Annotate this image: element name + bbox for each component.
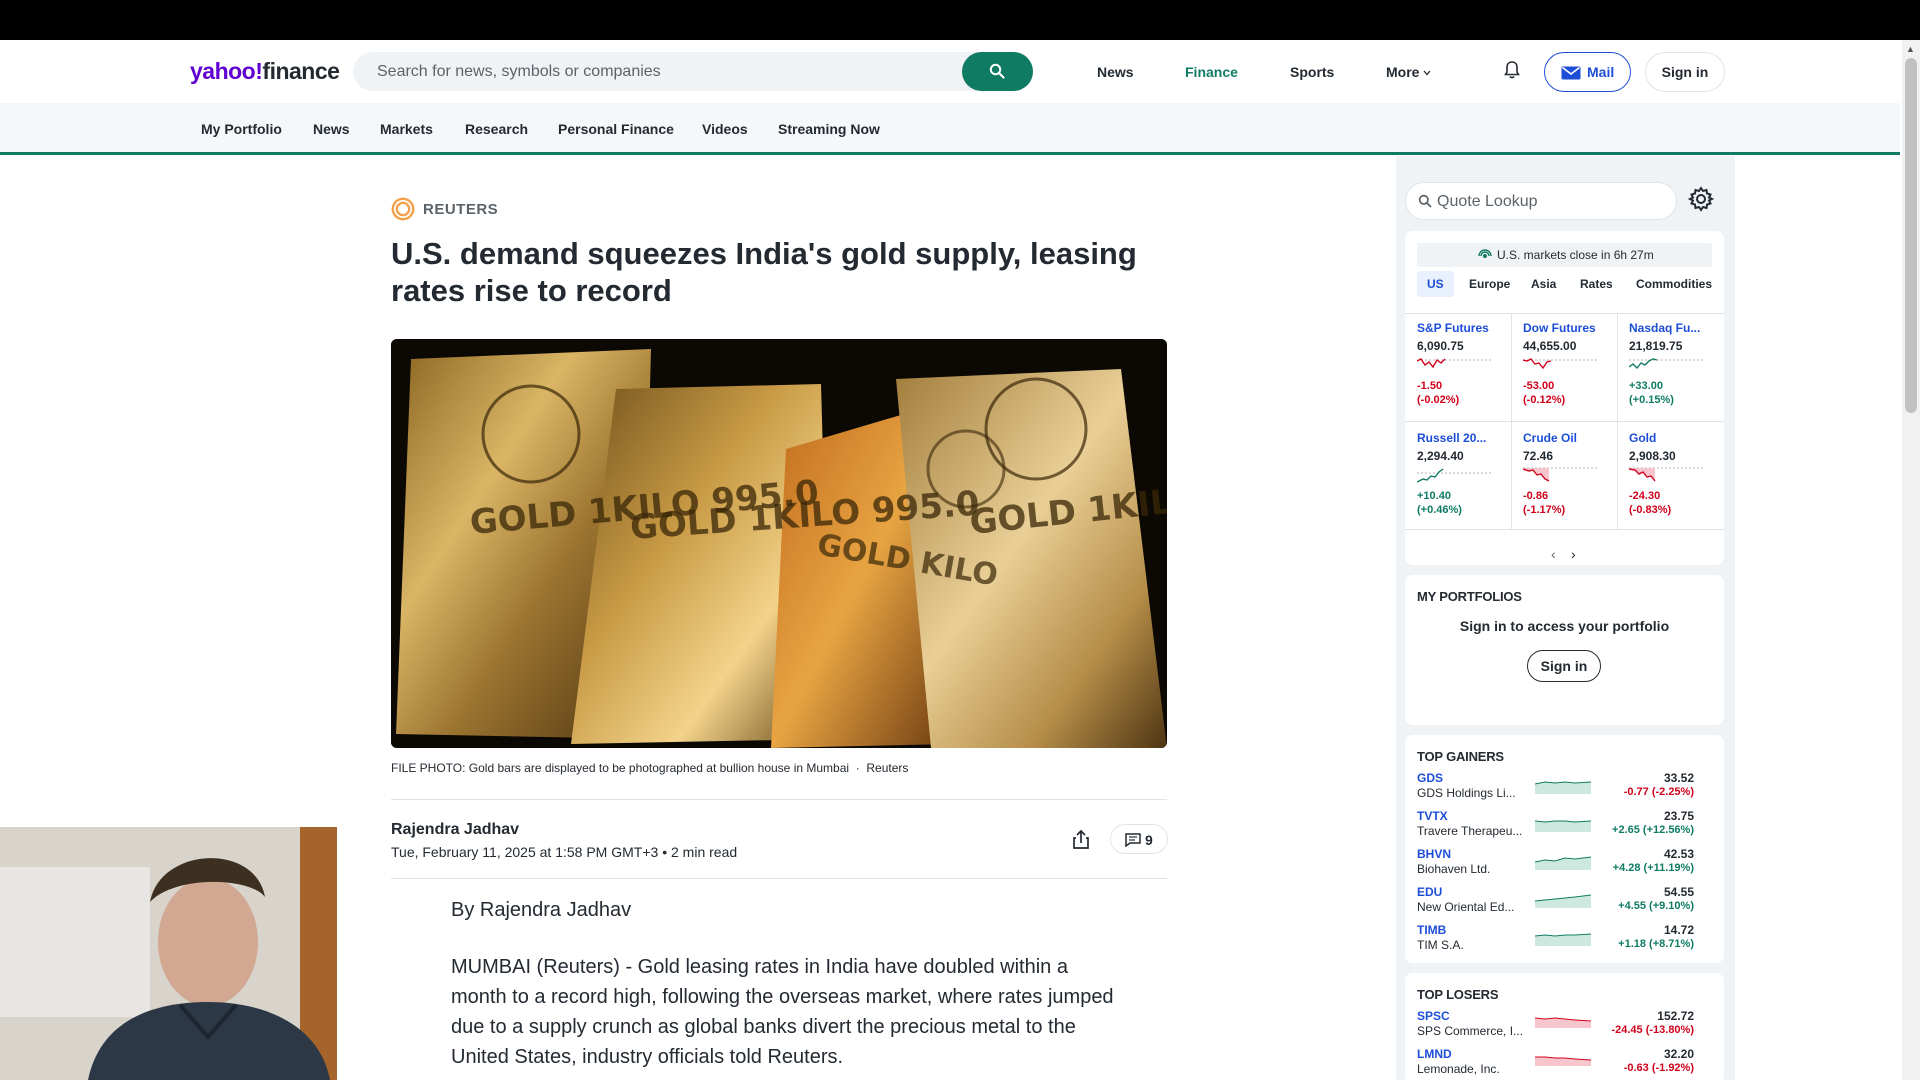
market-status-banner: U.S. markets close in 6h 27m	[1417, 243, 1712, 267]
article-date: Tue, February 11, 2025 at 1:58 PM GMT+3 …	[391, 844, 738, 860]
markets-card: U.S. markets close in 6h 27m US Europe A…	[1405, 231, 1724, 565]
site-header: yahoo!finance Search for news, symbols o…	[0, 40, 1900, 103]
portfolio-sign-in-button[interactable]: Sign in	[1527, 650, 1601, 682]
sparkline	[1417, 468, 1493, 483]
bell-icon	[1504, 61, 1520, 79]
quote-dow-futures[interactable]: Dow Futures 44,655.00 -53.00 (-0.12%)	[1511, 321, 1609, 421]
divider	[391, 799, 1167, 800]
mover-row[interactable]: SPSC SPS Commerce, I... 152.72 -24.45 (-…	[1405, 1009, 1724, 1047]
page-scrollbar[interactable]: ▲	[1902, 40, 1920, 1080]
mail-button[interactable]: Mail	[1544, 52, 1631, 92]
divider	[1405, 313, 1724, 314]
mover-row[interactable]: EDU New Oriental Ed... 54.55 +4.55 (+9.1…	[1405, 885, 1724, 923]
article-headline: U.S. demand squeezes India's gold supply…	[391, 236, 1137, 308]
subnav-personal-finance[interactable]: Personal Finance	[558, 121, 674, 137]
market-status-icon	[1478, 249, 1492, 258]
sign-in-button[interactable]: Sign in	[1645, 52, 1725, 92]
author-name[interactable]: Rajendra Jadhav	[391, 821, 519, 839]
subnav-research[interactable]: Research	[465, 121, 528, 137]
read-time: 2 min read	[671, 844, 738, 860]
quote-crude-oil[interactable]: Crude Oil 72.46 -0.86 (-1.17%)	[1511, 431, 1609, 531]
mover-row[interactable]: GDS GDS Holdings Li... 33.52 -0.77 (-2.2…	[1405, 771, 1724, 809]
subnav-streaming-now[interactable]: Streaming Now	[778, 121, 880, 137]
sparkline	[1523, 467, 1599, 482]
nav-sports[interactable]: Sports	[1290, 64, 1334, 80]
gold-bars-photo: GOLD 1KILO 995.0 GOLD 1KILO 995.0 GOLD K…	[391, 339, 1167, 748]
sparkline	[1629, 467, 1705, 482]
sparkline	[1535, 933, 1591, 946]
tab-rates[interactable]: Rates	[1580, 277, 1613, 291]
sparkline	[1535, 1017, 1591, 1028]
mail-icon	[1561, 66, 1581, 80]
top-losers-title: TOP LOSERS	[1417, 987, 1499, 1002]
subnav-my-portfolio[interactable]: My Portfolio	[201, 121, 282, 137]
nav-finance[interactable]: Finance	[1185, 64, 1238, 80]
quote-russell-2000[interactable]: Russell 20... 2,294.40 +10.40 (+0.46%)	[1405, 431, 1503, 531]
article-hero-image[interactable]: GOLD 1KILO 995.0 GOLD 1KILO 995.0 GOLD K…	[391, 339, 1167, 748]
top-losers-card: TOP LOSERS SPSC SPS Commerce, I... 152.7…	[1405, 973, 1724, 1083]
search-icon	[989, 63, 1005, 79]
reuters-logo-icon	[391, 197, 415, 221]
sparkline	[1535, 820, 1591, 832]
webcam-person-image	[0, 827, 337, 1080]
tab-commodities[interactable]: Commodities	[1636, 277, 1712, 291]
comment-icon	[1125, 833, 1141, 847]
sparkline	[1629, 358, 1705, 370]
quote-sp-futures[interactable]: S&P Futures 6,090.75 -1.50 (-0.02%)	[1405, 321, 1503, 421]
tab-europe[interactable]: Europe	[1469, 277, 1510, 291]
chevron-left-icon[interactable]: ‹	[1551, 546, 1556, 562]
scrollbar-thumb[interactable]	[1905, 58, 1917, 413]
chevron-right-icon[interactable]: ›	[1571, 546, 1576, 562]
tab-us[interactable]: US	[1417, 271, 1454, 297]
sparkline	[1535, 781, 1591, 794]
tab-asia[interactable]: Asia	[1531, 277, 1556, 291]
subnav-videos[interactable]: Videos	[702, 121, 748, 137]
caption-source: Reuters	[866, 761, 909, 775]
search-button[interactable]	[962, 52, 1033, 91]
webcam-overlay	[0, 827, 337, 1080]
quote-gold[interactable]: Gold 2,908.30 -24.30 (-0.83%)	[1617, 431, 1715, 531]
mover-row[interactable]: LMND Lemonade, Inc. 32.20 -0.63 (-1.92%)	[1405, 1047, 1724, 1085]
divider	[1405, 421, 1724, 422]
quote-lookup-input[interactable]: Quote Lookup	[1405, 182, 1677, 220]
subnav-markets[interactable]: Markets	[380, 121, 433, 137]
image-caption: FILE PHOTO: Gold bars are displayed to b…	[391, 761, 909, 775]
sparkline	[1417, 358, 1493, 369]
share-icon	[1073, 829, 1089, 849]
sparkline	[1535, 894, 1591, 908]
top-gainers-card: TOP GAINERS GDS GDS Holdings Li... 33.52…	[1405, 735, 1724, 963]
sparkline	[1535, 1056, 1591, 1066]
portfolios-message: Sign in to access your portfolio	[1459, 618, 1670, 634]
yahoo-finance-logo[interactable]: yahoo!finance	[190, 58, 340, 85]
top-gainers-title: TOP GAINERS	[1417, 749, 1504, 764]
search-placeholder: Search for news, symbols or companies	[377, 63, 661, 80]
sparkline	[1535, 856, 1591, 870]
comments-button[interactable]: 9	[1110, 824, 1168, 854]
my-portfolios-card: MY PORTFOLIOS Sign in to access your por…	[1405, 575, 1724, 725]
article-paragraph: MUMBAI (Reuters) - Gold leasing rates in…	[451, 956, 1114, 1068]
search-icon	[1418, 194, 1432, 208]
divider	[391, 878, 1167, 879]
mover-row[interactable]: BHVN Biohaven Ltd. 42.53 +4.28 (+11.19%)	[1405, 847, 1724, 885]
subnav-news[interactable]: News	[313, 121, 350, 137]
gear-icon	[1687, 186, 1715, 212]
sparkline	[1523, 358, 1599, 370]
scroll-up-arrow-icon[interactable]: ▲	[1906, 44, 1915, 54]
mover-row[interactable]: TIMB TIM S.A. 14.72 +1.18 (+8.71%)	[1405, 923, 1724, 961]
chevron-down-icon	[1423, 70, 1431, 76]
browser-top-bar	[0, 0, 1920, 40]
mover-row[interactable]: TVTX Travere Therapeu... 23.75 +2.65 (+1…	[1405, 809, 1724, 847]
article-byline: By Rajendra Jadhav	[451, 899, 632, 921]
notifications-button[interactable]	[1503, 60, 1521, 85]
portfolios-title: MY PORTFOLIOS	[1417, 589, 1522, 604]
search-input[interactable]: Search for news, symbols or companies	[353, 52, 1033, 91]
settings-button[interactable]	[1687, 186, 1715, 217]
share-button[interactable]	[1068, 827, 1094, 853]
nav-news[interactable]: News	[1097, 64, 1134, 80]
nav-more[interactable]: More	[1386, 64, 1431, 80]
quote-nasdaq-futures[interactable]: Nasdaq Fu... 21,819.75 +33.00 (+0.15%)	[1617, 321, 1715, 421]
finance-subnav: My Portfolio News Markets Research Perso…	[0, 103, 1900, 155]
